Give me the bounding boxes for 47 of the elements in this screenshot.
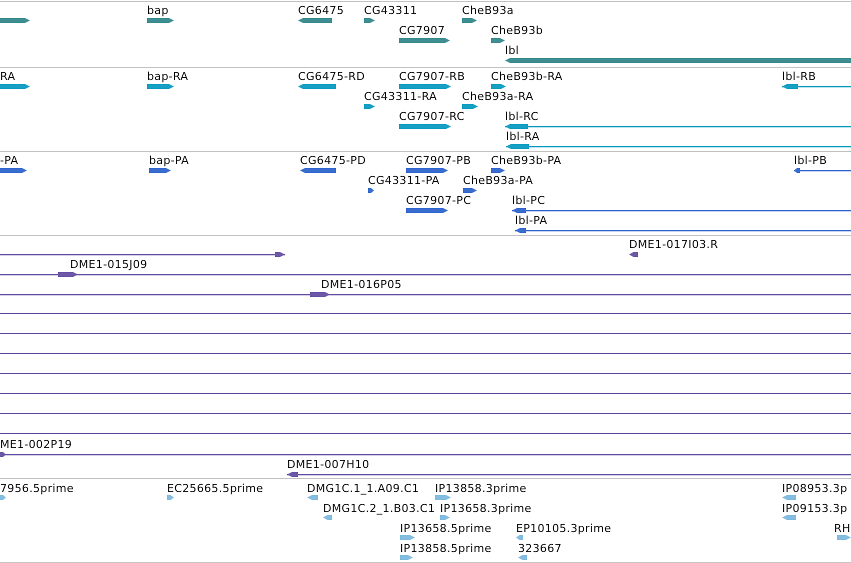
feature-label: CG43311 (364, 4, 418, 17)
feature-label: CheB93a (462, 4, 514, 17)
feature-label: DME1-015J09 (70, 258, 148, 271)
feature-label: CG7907 (399, 24, 445, 37)
feature-label: CheB93b (491, 24, 544, 37)
feature-label: RH (834, 522, 851, 535)
feature-label: CG6475-RD (298, 70, 365, 83)
feature-label: bap (147, 4, 169, 17)
feature-label: bap-PA (149, 154, 189, 167)
feature-label: DME1-017I03.R (629, 238, 718, 251)
feature-label: EP10105.3prime (516, 522, 612, 535)
feature-label: DME1-007H10 (287, 458, 370, 471)
feature-label: CG43311-PA (368, 174, 440, 187)
feature-label: CG6475-PD (300, 154, 366, 167)
feature-label: lbl-PB (794, 154, 828, 167)
feature-label: DME1-016P05 (321, 278, 402, 291)
feature-label: lbl-RA (506, 130, 540, 143)
feature-label: IP13858.5prime (400, 542, 492, 555)
feature-label: CG7907-PC (406, 194, 472, 207)
feature-label: EC25665.5prime (167, 482, 264, 495)
feature-label: RA (0, 70, 16, 83)
feature-label: CG7907-RC (399, 110, 465, 123)
feature-label: CheB93b-RA (491, 70, 563, 83)
feature-label: DMG1C.2_1.B03.C1 (323, 502, 436, 515)
feature-label: IP13658.5prime (400, 522, 492, 535)
feature-label: IP13858.3prime (435, 482, 527, 495)
feature-label: IP13658.3prime (440, 502, 532, 515)
feature-label: lbl-PC (512, 194, 546, 207)
feature-label: CheB93a-PA (463, 174, 534, 187)
feature-label: lbl (505, 44, 519, 57)
feature-label: DMG1C.1_1.A09.C1 (307, 482, 420, 495)
feature-label: lbl-RB (782, 70, 816, 83)
feature-label: lbl-RC (505, 110, 539, 123)
feature-label: IP08953.3p (782, 482, 848, 495)
feature-label: 7956.5prime (0, 482, 74, 495)
feature-label: CG6475 (298, 4, 344, 17)
feature-label: IP09153.3p (782, 502, 848, 515)
feature-label: 323667 (518, 542, 562, 555)
feature-label: -PA (0, 154, 18, 167)
feature-label: CG7907-PB (406, 154, 472, 167)
feature-label: CheB93b-PA (491, 154, 562, 167)
feature-label: lbl-PA (515, 214, 548, 227)
feature-label: CG43311-RA (364, 90, 437, 103)
feature-label: CheB93a-RA (462, 90, 534, 103)
feature-label: CG7907-RB (399, 70, 466, 83)
feature-label: bap-RA (147, 70, 188, 83)
feature-label: ME1-002P19 (0, 438, 72, 451)
